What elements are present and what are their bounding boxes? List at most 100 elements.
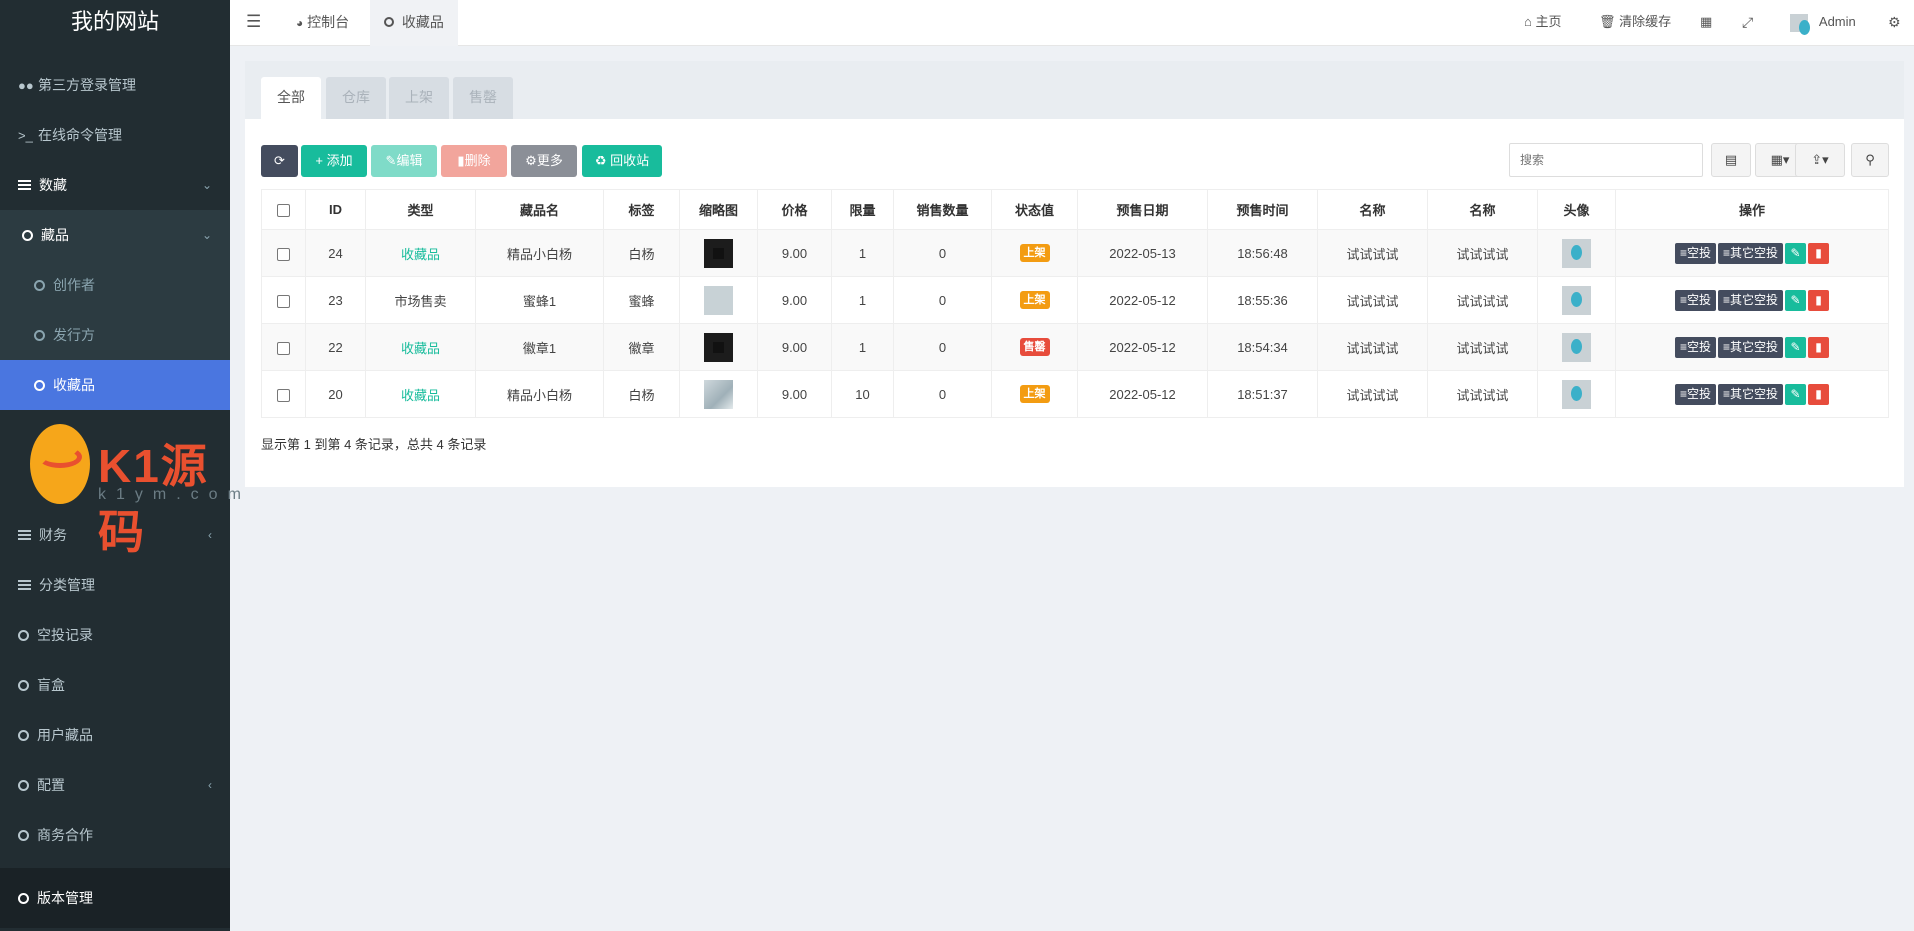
edit-row-button[interactable]: ✎	[1785, 336, 1807, 358]
col-header[interactable]: ID	[305, 189, 366, 230]
other-airdrop-button[interactable]: ≡其它空投	[1718, 289, 1784, 311]
col-header[interactable]: 类型	[365, 189, 476, 230]
cell-avatar[interactable]	[1537, 370, 1616, 418]
sidebar-item-version[interactable]: 版本管理	[0, 868, 230, 928]
other-airdrop-button[interactable]: ≡其它空投	[1718, 242, 1784, 264]
edit-row-button[interactable]: ✎	[1785, 383, 1807, 405]
delete-row-button[interactable]: ▮	[1808, 336, 1830, 358]
sidebar-item-business[interactable]: 商务合作	[0, 810, 230, 860]
recycle-bin-button[interactable]: ♻ 回收站	[582, 145, 662, 177]
cell-thumbnail[interactable]	[679, 276, 758, 324]
cell-avatar[interactable]	[1537, 229, 1616, 277]
col-header[interactable]: 标签	[603, 189, 680, 230]
refresh-button[interactable]: ⟳	[261, 145, 298, 177]
cell-avatar[interactable]	[1537, 323, 1616, 371]
tab-sold-out[interactable]: 售罄	[453, 77, 513, 119]
cell-type[interactable]: 收藏品	[365, 370, 476, 418]
table-row[interactable]: 20 收藏品 精品小白杨 白杨 9.00 10 0 上架 2022-05-12 …	[261, 370, 1889, 418]
cell-price: 9.00	[757, 370, 832, 418]
row-checkbox[interactable]	[261, 229, 306, 277]
edit-row-button[interactable]: ✎	[1785, 289, 1807, 311]
avatar[interactable]	[1562, 285, 1591, 315]
cell-thumbnail[interactable]	[679, 370, 758, 418]
search-input[interactable]	[1509, 143, 1703, 177]
table-row[interactable]: 23 市场售卖 蜜蜂1 蜜蜂 9.00 1 0 上架 2022-05-12 18…	[261, 276, 1889, 324]
col-header[interactable]: 状态值	[991, 189, 1078, 230]
settings-icon[interactable]: ⚙	[1888, 0, 1901, 46]
site-title[interactable]: 我的网站	[0, 0, 230, 46]
sidebar-item-airdrop-log[interactable]: 空投记录	[0, 610, 230, 660]
avatar[interactable]	[1562, 332, 1591, 362]
sidebar-item-collectibles[interactable]: 收藏品	[0, 360, 230, 410]
tab-dashboard[interactable]: ◕ 控制台	[292, 0, 353, 46]
col-header[interactable]: 价格	[757, 189, 832, 230]
add-button[interactable]: + 添加	[301, 145, 367, 177]
table-row[interactable]: 24 收藏品 精品小白杨 白杨 9.00 1 0 上架 2022-05-13 1…	[261, 229, 1889, 277]
home-link[interactable]: ⌂ 主页	[1524, 0, 1562, 46]
airdrop-button[interactable]: ≡空投	[1674, 336, 1716, 358]
pencil-icon: ✎	[1790, 339, 1801, 354]
other-airdrop-button[interactable]: ≡其它空投	[1718, 383, 1784, 405]
row-checkbox[interactable]	[261, 323, 306, 371]
col-header[interactable]: 头像	[1537, 189, 1616, 230]
cell-type[interactable]: 收藏品	[365, 323, 476, 371]
edit-button[interactable]: ✎编辑	[371, 145, 437, 177]
toggle-view-icon[interactable]: ▤	[1711, 143, 1751, 177]
more-button[interactable]: ⚙更多	[511, 145, 577, 177]
col-header[interactable]: 缩略图	[679, 189, 758, 230]
sidebar-item-creator[interactable]: 创作者	[0, 260, 230, 310]
thumbnail-image[interactable]	[704, 238, 733, 268]
col-header[interactable]: 名称	[1427, 189, 1538, 230]
other-airdrop-button[interactable]: ≡其它空投	[1718, 336, 1784, 358]
row-checkbox[interactable]	[261, 370, 306, 418]
cell-avatar[interactable]	[1537, 276, 1616, 324]
cell-type[interactable]: 收藏品	[365, 229, 476, 277]
tab-warehouse[interactable]: 仓库	[326, 77, 386, 119]
fullscreen-icon[interactable]: ⤢	[1742, 0, 1753, 46]
select-all-checkbox[interactable]	[261, 189, 306, 230]
col-header[interactable]: 藏品名	[475, 189, 604, 230]
circle-icon	[34, 329, 45, 341]
thumbnail-image[interactable]	[704, 285, 733, 315]
sidebar-item-third-party-login[interactable]: ●● 第三方登录管理	[0, 60, 230, 110]
search-icon[interactable]: ⚲	[1851, 143, 1889, 177]
table-row[interactable]: 22 收藏品 徽章1 徽章 9.00 1 0 售罄 2022-05-12 18:…	[261, 323, 1889, 371]
language-icon[interactable]: ▦	[1700, 0, 1712, 46]
export-icon[interactable]: ⇪▾	[1795, 143, 1845, 177]
sidebar-item-finance[interactable]: 财务 ‹	[0, 510, 230, 560]
tab-collectibles[interactable]: 收藏品	[370, 0, 458, 46]
col-header[interactable]: 预售时间	[1207, 189, 1318, 230]
col-header[interactable]: 限量	[831, 189, 894, 230]
sidebar-item-user-collection[interactable]: 用户藏品	[0, 710, 230, 760]
delete-button[interactable]: ▮删除	[441, 145, 507, 177]
delete-row-button[interactable]: ▮	[1808, 383, 1830, 405]
sidebar-item-collection[interactable]: 藏品 ⌄	[0, 210, 230, 260]
col-header[interactable]: 名称	[1317, 189, 1428, 230]
thumbnail-image[interactable]	[704, 332, 733, 362]
delete-row-button[interactable]: ▮	[1808, 289, 1830, 311]
sidebar-item-issuer[interactable]: 发行方	[0, 310, 230, 360]
sidebar-item-online-command[interactable]: >_ 在线命令管理	[0, 110, 230, 160]
row-checkbox[interactable]	[261, 276, 306, 324]
avatar[interactable]	[1562, 379, 1591, 409]
sidebar-item-category[interactable]: 分类管理	[0, 560, 230, 610]
tab-on-sale[interactable]: 上架	[389, 77, 449, 119]
airdrop-button[interactable]: ≡空投	[1674, 289, 1716, 311]
sidebar-item-config[interactable]: 配置 ‹	[0, 760, 230, 810]
cell-thumbnail[interactable]	[679, 323, 758, 371]
col-header[interactable]: 预售日期	[1077, 189, 1208, 230]
airdrop-button[interactable]: ≡空投	[1674, 242, 1716, 264]
col-header[interactable]: 销售数量	[893, 189, 992, 230]
user-menu[interactable]: Admin	[1790, 0, 1856, 46]
thumbnail-image[interactable]	[704, 379, 733, 409]
cell-thumbnail[interactable]	[679, 229, 758, 277]
delete-row-button[interactable]: ▮	[1808, 242, 1830, 264]
menu-toggle-icon[interactable]: ☰	[246, 0, 261, 46]
avatar[interactable]	[1562, 238, 1591, 268]
clear-cache-button[interactable]: 🗑 清除缓存	[1599, 0, 1671, 46]
sidebar-item-blind-box[interactable]: 盲盒	[0, 660, 230, 710]
edit-row-button[interactable]: ✎	[1785, 242, 1807, 264]
sidebar-item-shucang[interactable]: 数藏 ⌄	[0, 160, 230, 210]
airdrop-button[interactable]: ≡空投	[1674, 383, 1716, 405]
tab-all[interactable]: 全部	[261, 77, 321, 119]
